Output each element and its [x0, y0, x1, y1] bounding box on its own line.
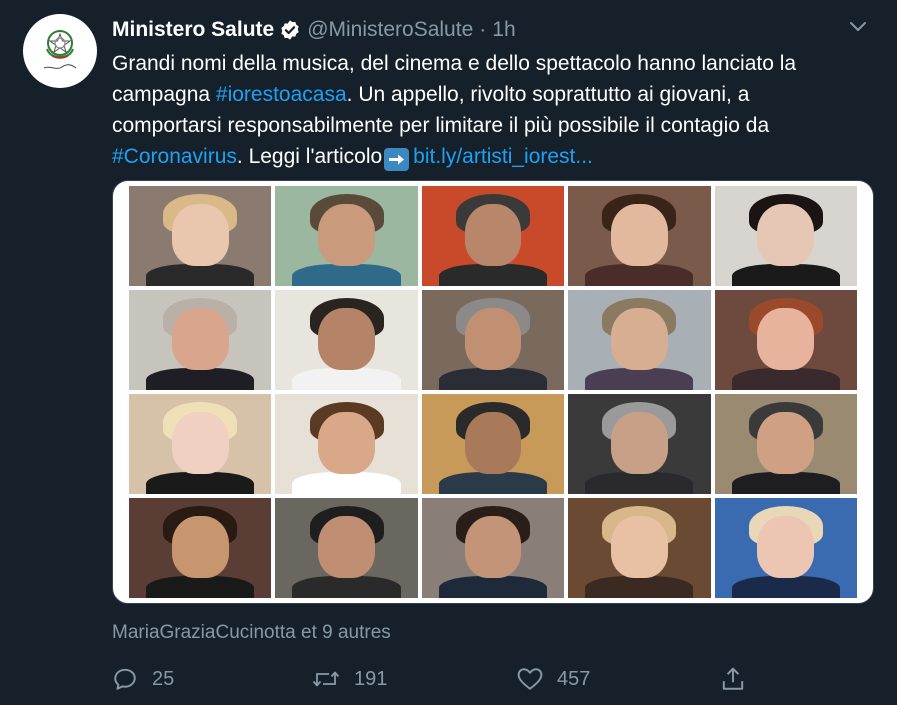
- person-torso: [292, 368, 401, 390]
- video-tile-20: [714, 498, 857, 598]
- person-face: [318, 412, 376, 474]
- video-tile-12: [275, 394, 418, 494]
- person-torso: [146, 368, 255, 390]
- person-torso: [292, 576, 401, 598]
- retweet-count: 191: [354, 667, 388, 690]
- hashtag-coronavirus-link[interactable]: #Coronavirus: [112, 145, 237, 168]
- share-icon: [722, 667, 744, 690]
- person-torso: [292, 264, 401, 286]
- tweet-line-2: campagna #iorestoacasa. Un appello, rivo…: [112, 79, 872, 110]
- person-face: [757, 308, 815, 370]
- person-torso: [585, 472, 694, 494]
- like-count: 457: [557, 667, 591, 690]
- person-torso: [438, 576, 548, 598]
- tweet-media-image[interactable]: [112, 180, 874, 604]
- person-torso: [438, 368, 548, 390]
- video-tile-4: [568, 186, 711, 286]
- person-face: [318, 516, 376, 578]
- tweet-line-1: Grandi nomi della musica, del cinema e d…: [112, 52, 797, 75]
- person-face: [171, 412, 229, 474]
- display-name[interactable]: Ministero Salute: [112, 18, 274, 42]
- person-face: [610, 308, 668, 370]
- person-face: [171, 204, 229, 266]
- person-torso: [292, 472, 401, 494]
- person-face: [757, 516, 815, 578]
- person-torso: [585, 264, 694, 286]
- person-torso: [146, 576, 255, 598]
- video-tile-10: [714, 290, 857, 390]
- video-tile-19: [568, 498, 711, 598]
- video-tile-17: [275, 498, 418, 598]
- person-torso: [146, 264, 255, 286]
- video-tile-9: [568, 290, 711, 390]
- retweet-icon: [312, 671, 340, 687]
- person-face: [464, 308, 522, 370]
- video-tile-5: [714, 186, 857, 286]
- person-face: [171, 516, 229, 578]
- tweet-line-3: comportarsi responsabilmente per limitar…: [112, 114, 770, 137]
- person-torso: [585, 368, 694, 390]
- person-torso: [438, 472, 548, 494]
- video-tile-1: [129, 186, 272, 286]
- person-torso: [146, 472, 255, 494]
- video-tile-18: [421, 498, 565, 598]
- tweet-text-segment: campagna: [112, 83, 216, 106]
- like-button[interactable]: 457: [517, 662, 590, 696]
- person-torso: [731, 576, 840, 598]
- profile-avatar[interactable]: [23, 14, 97, 88]
- person-face: [464, 412, 522, 474]
- person-torso: [731, 472, 840, 494]
- person-face: [171, 308, 229, 370]
- person-face: [757, 204, 815, 266]
- person-face: [464, 204, 522, 266]
- video-tile-2: [275, 186, 418, 286]
- chevron-down-icon: [850, 22, 866, 31]
- hashtag-iorestoacasa-link[interactable]: #iorestoacasa: [216, 83, 347, 106]
- video-tile-8: [421, 290, 565, 390]
- retweet-button[interactable]: 191: [312, 662, 387, 696]
- separator-dot: ·: [479, 18, 487, 41]
- video-tile-16: [129, 498, 272, 598]
- tweet-actions-bar: 25 191 457: [112, 662, 872, 696]
- timestamp[interactable]: 1h: [492, 18, 515, 42]
- italian-republic-emblem-icon: [43, 30, 77, 69]
- video-tile-6: [129, 290, 272, 390]
- person-face: [464, 516, 522, 578]
- liked-by-text[interactable]: MariaGraziaCucinotta et 9 autres: [112, 622, 391, 644]
- tweet-text-segment: . Un appello, rivolto soprattutto ai gio…: [346, 83, 750, 106]
- right-arrow-emoji-icon: [384, 148, 410, 171]
- tweet-text: Grandi nomi della musica, del cinema e d…: [112, 48, 872, 172]
- video-tile-3: [421, 186, 565, 286]
- person-face: [757, 412, 815, 474]
- share-button[interactable]: [720, 662, 746, 696]
- person-face: [610, 204, 668, 266]
- tweet-line-4: #Coronavirus. Leggi l'articolo bit.ly/art…: [112, 141, 872, 172]
- person-torso: [731, 264, 840, 286]
- video-tile-11: [129, 394, 272, 494]
- person-torso: [731, 368, 840, 390]
- video-tile-15: [714, 394, 857, 494]
- person-face: [610, 412, 668, 474]
- video-tile-7: [275, 290, 418, 390]
- user-handle[interactable]: @MinisteroSalute: [307, 18, 473, 42]
- article-url-link[interactable]: bit.ly/artisti_iorest...: [413, 145, 593, 168]
- tweet-text-segment: . Leggi l'articolo: [236, 145, 383, 168]
- person-face: [318, 308, 376, 370]
- verified-badge-icon: [279, 19, 301, 41]
- reply-button[interactable]: 25: [112, 662, 174, 696]
- person-face: [318, 204, 376, 266]
- person-torso: [585, 576, 694, 598]
- person-torso: [438, 264, 548, 286]
- tweet-header: Ministero Salute @MinisteroSalute · 1h: [112, 16, 516, 44]
- heart-icon: [517, 668, 543, 690]
- video-tile-14: [568, 394, 711, 494]
- reply-icon: [114, 668, 136, 690]
- more-options-button[interactable]: [843, 14, 873, 40]
- video-call-grid: [129, 186, 857, 598]
- video-tile-13: [421, 394, 565, 494]
- reply-count: 25: [152, 667, 175, 690]
- person-face: [610, 516, 668, 578]
